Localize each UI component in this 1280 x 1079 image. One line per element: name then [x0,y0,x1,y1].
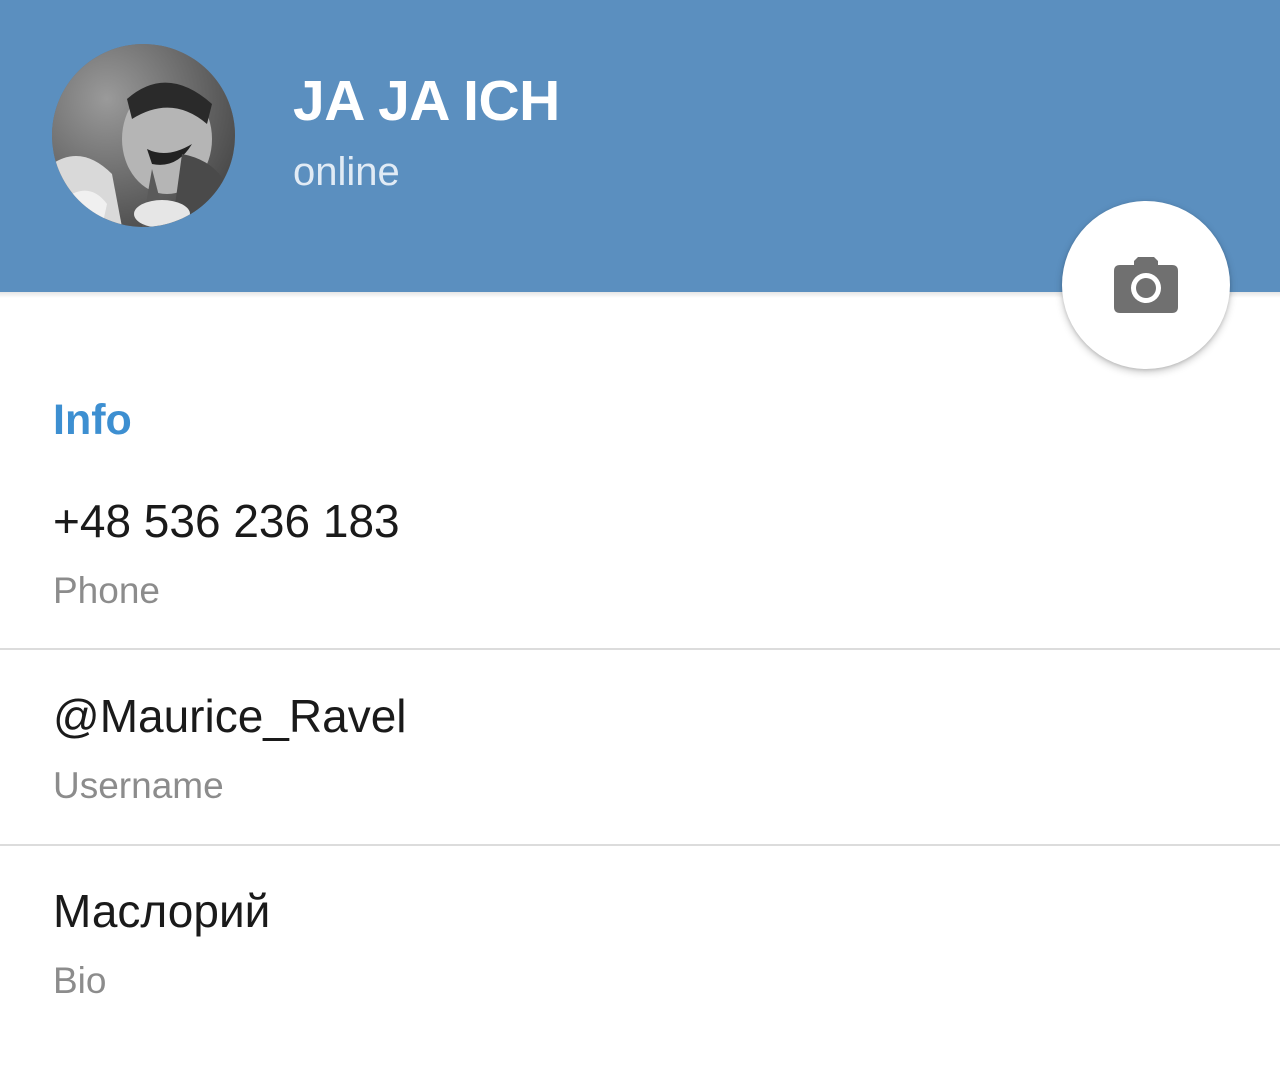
phone-value: +48 536 236 183 [53,495,400,547]
info-section-title: Info [53,396,132,444]
divider [0,648,1280,650]
bio-value: Маслорий [53,885,271,937]
avatar-photo-icon [52,44,235,227]
avatar[interactable] [52,44,235,227]
username-label: Username [53,765,224,806]
set-photo-button[interactable] [1062,201,1230,369]
username-row[interactable]: @Maurice_Ravel Username [0,689,1280,884]
phone-label: Phone [53,570,160,611]
profile-name: JA JA ICH [293,69,560,133]
camera-icon [1114,257,1178,313]
phone-row[interactable]: +48 536 236 183 Phone [0,494,1280,689]
divider [0,844,1280,846]
username-value: @Maurice_Ravel [53,690,407,742]
profile-status: online [293,150,400,194]
bio-row[interactable]: Маслорий Bio [0,884,1280,1079]
bio-label: Bio [53,960,107,1001]
